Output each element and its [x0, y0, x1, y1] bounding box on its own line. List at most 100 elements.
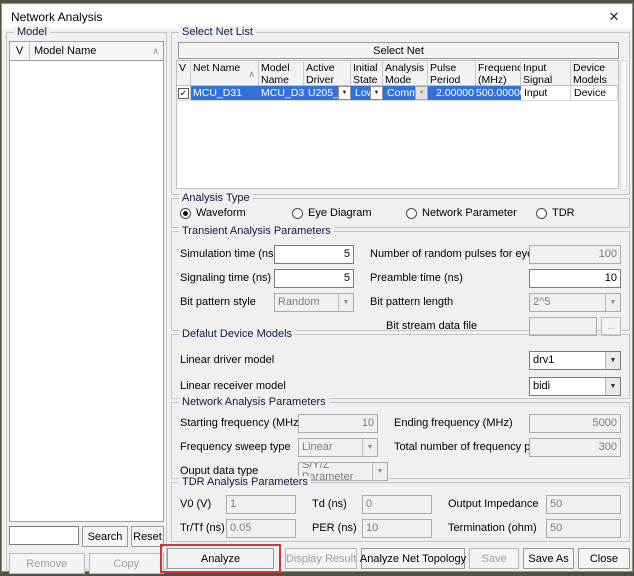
select-net-list-group: Select Net List Select Net V Net Name∧ M… [171, 32, 630, 195]
end-freq-label: Ending frequency (MHz) [394, 417, 529, 429]
linear-driver-label: Linear driver model [180, 354, 529, 366]
td-label: Td (ns) [312, 498, 362, 510]
output-impedance-input [546, 495, 621, 514]
device-models-cell[interactable]: Device [571, 86, 618, 100]
col-initial-state[interactable]: Initial State [351, 61, 383, 85]
v0-input [226, 495, 296, 514]
network-params-label: Network Analysis Parameters [179, 396, 329, 408]
radio-tdr[interactable]: TDR [536, 207, 575, 219]
num-points-input [529, 438, 621, 457]
remove-button: Remove [9, 553, 85, 574]
pulse-period-cell[interactable]: 2.00000 [428, 86, 476, 100]
col-analysis-mode[interactable]: Analysis Mode [383, 61, 428, 85]
sort-asc-icon: ∧ [152, 46, 159, 57]
linear-receiver-label: Linear receiver model [180, 380, 529, 392]
simulation-time-input[interactable] [274, 245, 354, 264]
dropdown-icon: ▼ [338, 294, 353, 311]
sort-asc-icon: ∧ [248, 68, 255, 85]
net-table-header: V Net Name∧ Model Name Active Driver Pin… [176, 60, 619, 86]
col-input-signal[interactable]: Input Signal [521, 61, 571, 85]
trtf-label: Tr/Tf (ns) [180, 522, 226, 534]
dropdown-icon[interactable]: ▼ [370, 86, 383, 100]
random-pulses-input [529, 245, 621, 264]
highlight-box: Analyze [160, 544, 281, 573]
model-check-column-header[interactable]: V [10, 42, 30, 60]
net-name-cell[interactable]: MCU_D31 [191, 86, 259, 100]
random-pulses-label: Number of random pulses for eye [370, 248, 529, 260]
output-impedance-label: Output Impedance [448, 498, 546, 510]
network-analysis-dialog: Network Analysis ✕ Model V Model Name ∧ … [1, 3, 633, 572]
sweep-type-label: Frequency sweep type [180, 441, 298, 453]
model-search-input[interactable] [9, 526, 79, 545]
analysis-type-group: Analysis Type Waveform Eye Diagram Netwo… [171, 198, 630, 228]
tdr-group: TDR Analysis Parameters V0 (V) Td (ns) O… [171, 482, 630, 542]
model-name-cell[interactable]: MCU_D31 [259, 86, 304, 100]
net-table-row[interactable]: ✓ MCU_D31 MCU_D31 U205_ ▼ Low ▼ Comm ▼ [176, 86, 619, 101]
network-params-group: Network Analysis Parameters Starting fre… [171, 402, 630, 479]
bit-pattern-length-combo: 2^5▼ [529, 293, 621, 312]
radio-icon [292, 208, 303, 219]
radio-network-parameter[interactable]: Network Parameter [406, 207, 536, 219]
frequency-cell[interactable]: 500.00000 [476, 86, 521, 100]
transient-group-label: Transient Analysis Parameters [179, 225, 334, 237]
model-name-column-header[interactable]: Model Name ∧ [30, 45, 163, 57]
radio-icon [536, 208, 547, 219]
search-button[interactable]: Search [82, 526, 128, 547]
col-device-models[interactable]: Device Models [571, 61, 618, 85]
num-points-label: Total number of frequency points [394, 441, 529, 453]
row-checkbox-cell[interactable]: ✓ [177, 86, 191, 100]
signaling-time-input[interactable] [274, 269, 354, 288]
col-active-driver-pin[interactable]: Active Driver Pin [304, 61, 351, 85]
trtf-input [226, 519, 296, 538]
start-freq-input [298, 414, 378, 433]
simulation-time-label: Simulation time (ns) [180, 248, 274, 260]
action-bar: Analyze Display Result Analyze Net Topol… [171, 544, 630, 573]
col-model-name[interactable]: Model Name [259, 61, 304, 85]
analyze-button[interactable]: Analyze [167, 548, 274, 569]
close-icon[interactable]: ✕ [596, 4, 632, 29]
input-signal-cell[interactable]: Input [521, 86, 571, 100]
td-input [362, 495, 432, 514]
dropdown-icon: ▼ [362, 439, 377, 456]
analyze-net-topology-button[interactable]: Analyze Net Topology [361, 548, 465, 569]
save-as-button[interactable]: Save As [523, 548, 573, 569]
title-bar: Network Analysis ✕ [2, 4, 632, 29]
default-models-group: Defalut Device Models Linear driver mode… [171, 334, 630, 399]
model-list[interactable] [9, 61, 164, 522]
dropdown-icon[interactable]: ▼ [605, 352, 620, 369]
net-table-scrollbar[interactable] [620, 60, 627, 191]
linear-driver-combo[interactable]: drv1▼ [529, 351, 621, 370]
dropdown-icon: ▼ [605, 294, 620, 311]
model-list-header[interactable]: V Model Name ∧ [9, 41, 164, 61]
close-button[interactable]: Close [578, 548, 630, 569]
default-models-label: Defalut Device Models [179, 328, 295, 340]
save-button: Save [469, 548, 519, 569]
model-group: Model V Model Name ∧ Search Reset Remove… [6, 32, 167, 570]
select-net-button[interactable]: Select Net [178, 42, 619, 59]
window-title: Network Analysis [11, 10, 102, 24]
col-check[interactable]: V [177, 61, 191, 85]
active-driver-pin-cell[interactable]: U205_ ▼ [304, 86, 351, 100]
net-table: V Net Name∧ Model Name Active Driver Pin… [176, 60, 619, 189]
termination-label: Termination (ohm) [448, 522, 546, 534]
col-frequency[interactable]: Frequency (MHz) [476, 61, 521, 85]
dropdown-icon[interactable]: ▼ [338, 86, 351, 100]
dropdown-icon[interactable]: ▼ [605, 378, 620, 395]
linear-receiver-combo[interactable]: bidi▼ [529, 377, 621, 396]
radio-eye-diagram[interactable]: Eye Diagram [292, 207, 406, 219]
col-net-name[interactable]: Net Name∧ [191, 61, 259, 85]
initial-state-cell[interactable]: Low ▼ [351, 86, 383, 100]
bit-stream-file-label: Bit stream data file [386, 320, 529, 332]
radio-waveform[interactable]: Waveform [180, 207, 292, 219]
per-input [362, 519, 432, 538]
preamble-time-input[interactable] [529, 269, 621, 288]
checkbox-checked-icon[interactable]: ✓ [178, 88, 189, 99]
bit-pattern-style-label: Bit pattern style [180, 296, 274, 308]
termination-input [546, 519, 621, 538]
col-pulse-period[interactable]: Pulse Period [428, 61, 476, 85]
model-group-label: Model [14, 26, 50, 38]
radio-icon [180, 208, 191, 219]
bit-stream-file-input [529, 317, 597, 336]
tdr-group-label: TDR Analysis Parameters [179, 476, 311, 488]
analysis-mode-cell[interactable]: Comm ▼ [383, 86, 428, 100]
